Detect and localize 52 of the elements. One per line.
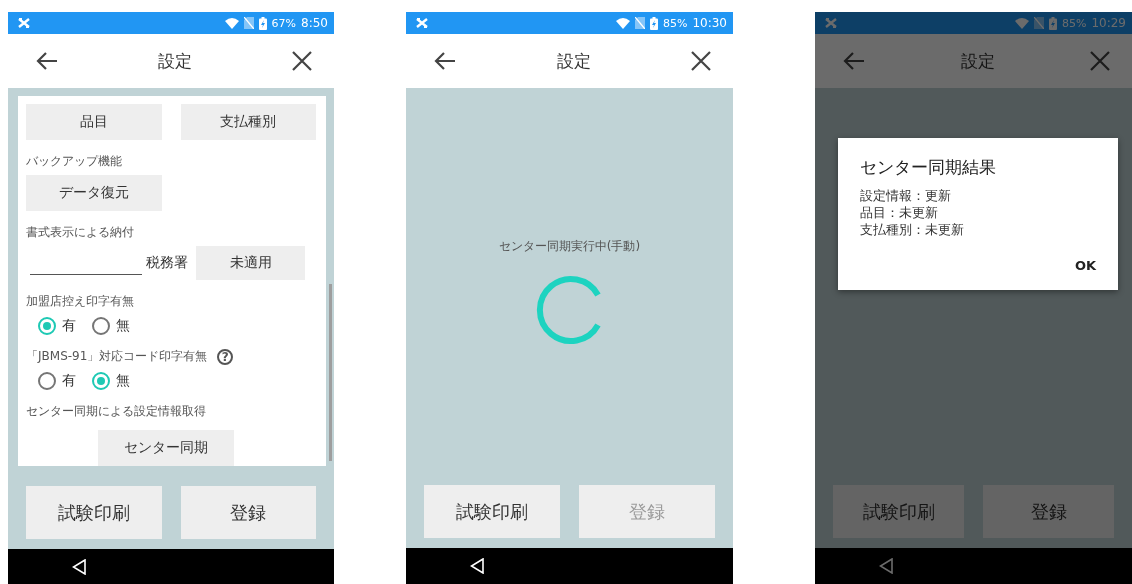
radio-button[interactable]: 有 xyxy=(38,372,76,390)
battery-percent: 85% xyxy=(662,16,688,30)
footer-button[interactable]: 登録 xyxy=(180,486,316,539)
battery-charging-icon xyxy=(1048,16,1057,30)
no-sim-icon xyxy=(634,17,645,29)
section-label: 加盟店控え印字有無 xyxy=(26,293,134,310)
battery-charging-icon xyxy=(258,16,267,30)
screen-title: 設定 xyxy=(960,49,995,73)
no-sim-icon xyxy=(1033,17,1044,29)
field-suffix: 税務署 xyxy=(146,254,188,272)
loading-message: センター同期実行中(手動) xyxy=(498,238,641,255)
settings-button[interactable]: 品目 xyxy=(26,104,162,140)
settings-button[interactable]: 未適用 xyxy=(196,246,305,280)
section-label: 「JBMS-91」対応コード印字有無 xyxy=(26,348,208,365)
dialog-text: 設定情報：更新 xyxy=(860,187,952,204)
sync-button[interactable]: センター同期 xyxy=(98,430,234,466)
wifi-icon xyxy=(615,17,630,29)
status-time: 10:29 xyxy=(1091,16,1126,30)
section-label: センター同期による設定情報取得 xyxy=(26,403,206,420)
ok-button[interactable]: OK xyxy=(1068,254,1102,277)
screen-title: 設定 xyxy=(556,49,591,73)
wifi-icon xyxy=(1014,17,1029,29)
radio-button[interactable]: 有 xyxy=(38,317,76,335)
help-icon[interactable]: ? xyxy=(217,348,234,365)
radio-button[interactable]: 無 xyxy=(92,317,130,335)
notification-icon xyxy=(416,18,428,28)
footer-button[interactable]: 試験印刷 xyxy=(424,485,560,538)
battery-percent: 85% xyxy=(1061,16,1087,30)
dialog-text: 品目：未更新 xyxy=(860,204,939,221)
dialog-title: センター同期結果 xyxy=(860,156,997,179)
settings-button[interactable]: データ復元 xyxy=(26,175,162,211)
notification-icon xyxy=(18,18,30,28)
back-arrow-icon[interactable] xyxy=(434,51,456,71)
nav-back-icon[interactable] xyxy=(72,559,86,575)
close-icon[interactable] xyxy=(292,51,312,71)
settings-button[interactable]: 支払種別 xyxy=(180,104,316,140)
status-time: 8:50 xyxy=(301,16,328,30)
status-time: 10:30 xyxy=(692,16,727,30)
footer-button[interactable]: 試験印刷 xyxy=(26,486,162,539)
dialog-text: 支払種別：未更新 xyxy=(860,221,965,238)
wifi-icon xyxy=(224,17,239,29)
screen-title: 設定 xyxy=(158,49,192,73)
no-sim-icon xyxy=(243,17,254,29)
section-label: 書式表示による納付 xyxy=(26,224,134,241)
nav-back-icon[interactable] xyxy=(470,558,484,574)
battery-charging-icon xyxy=(649,16,658,30)
notification-icon xyxy=(825,18,837,28)
close-icon[interactable] xyxy=(691,51,711,71)
battery-percent: 67% xyxy=(271,16,297,30)
back-arrow-icon[interactable] xyxy=(36,51,58,71)
section-label: バックアップ機能 xyxy=(26,153,122,170)
radio-button[interactable]: 無 xyxy=(92,372,130,390)
